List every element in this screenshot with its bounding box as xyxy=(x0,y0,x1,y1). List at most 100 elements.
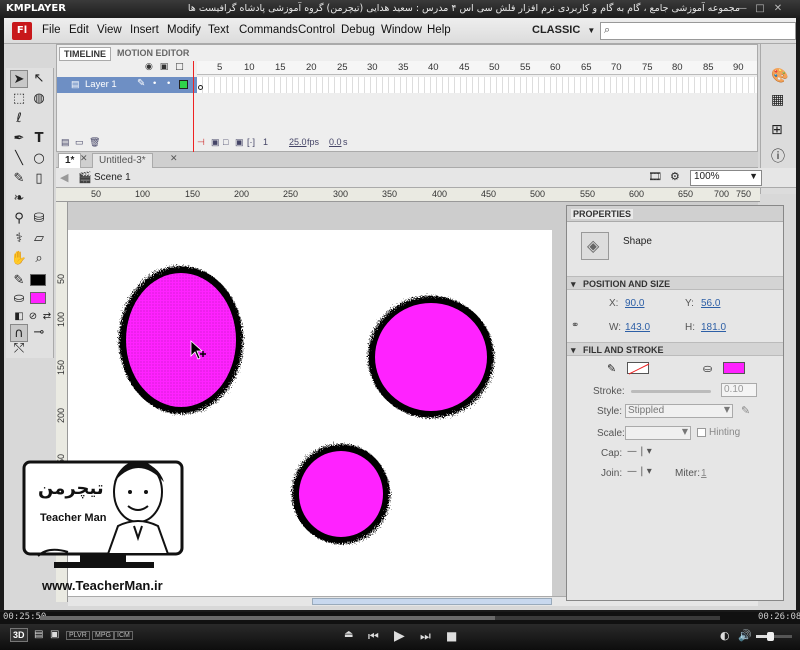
edit-symbols-icon[interactable]: ⚙ xyxy=(670,170,680,183)
lock-icon[interactable]: ▣ xyxy=(160,62,169,72)
tag-3[interactable]: ICM xyxy=(114,631,133,640)
smooth-icon[interactable]: ⤲ xyxy=(10,340,28,358)
pencil-tool-icon[interactable]: ✎ xyxy=(10,170,28,188)
volume-slider[interactable] xyxy=(756,632,792,641)
menu-window[interactable]: Window xyxy=(381,24,422,36)
volume-handle[interactable] xyxy=(767,632,774,641)
visibility-dot[interactable]: • xyxy=(153,78,156,89)
tag-1[interactable]: PLVR xyxy=(66,631,90,640)
new-folder-icon[interactable]: ▭ xyxy=(75,137,84,148)
onion-outline-icon[interactable]: □ xyxy=(223,137,228,147)
section-fill-stroke[interactable]: ▾ FILL AND STROKE xyxy=(567,342,783,356)
stroke-value-input[interactable]: 0.10 xyxy=(721,383,757,397)
lock-proportions-icon[interactable]: ⚭ xyxy=(571,320,579,331)
next-icon[interactable]: ⏭ xyxy=(420,629,431,644)
stroke-color-swatch[interactable] xyxy=(30,274,46,286)
deco-tool-icon[interactable]: ❧ xyxy=(10,190,28,208)
previous-icon[interactable]: ⏮ xyxy=(368,629,379,644)
cap-select[interactable]: — | ▾ xyxy=(627,446,652,457)
play-icon[interactable]: ▶ xyxy=(394,628,405,644)
seek-bar-progress[interactable] xyxy=(40,616,495,620)
lock-dot[interactable]: • xyxy=(167,78,170,89)
tab-motion-editor[interactable]: MOTION EDITOR xyxy=(113,47,193,59)
close-icon[interactable]: ✕ xyxy=(80,154,88,164)
maximize-icon[interactable]: □ xyxy=(754,3,766,15)
edit-stroke-style-icon[interactable]: ✎ xyxy=(741,404,750,417)
menu-edit[interactable]: Edit xyxy=(69,24,89,36)
color-panel-icon[interactable]: 🎨 xyxy=(771,68,788,84)
menu-modify[interactable]: Modify xyxy=(167,24,201,36)
layer-row[interactable]: ▤ Layer 1 ✎ • • xyxy=(57,77,197,93)
3d-rotation-tool-icon[interactable]: ◍ xyxy=(30,90,48,108)
join-select[interactable]: — | ▾ xyxy=(627,466,652,477)
shape-circle-right[interactable] xyxy=(368,296,494,418)
timeline-ruler[interactable]: 5 10 15 20 25 30 35 40 45 50 55 60 65 70… xyxy=(197,61,757,75)
help-search-input[interactable]: ⌕ xyxy=(600,22,796,40)
onion-markers-icon[interactable]: [·] xyxy=(247,137,255,147)
tab-document-1[interactable]: 1* xyxy=(58,153,82,168)
menu-insert[interactable]: Insert xyxy=(130,24,159,36)
back-arrow-icon[interactable]: ◀ xyxy=(60,171,68,184)
seek-bar-remaining[interactable] xyxy=(495,616,720,620)
minimize-icon[interactable]: — xyxy=(736,3,748,15)
menu-file[interactable]: File xyxy=(42,24,61,36)
swatches-panel-icon[interactable]: ▦ xyxy=(771,92,784,108)
stroke-slider[interactable] xyxy=(631,390,711,393)
free-transform-tool-icon[interactable]: ⬚ xyxy=(10,90,28,108)
eraser-tool-icon[interactable]: ▱ xyxy=(30,230,48,248)
align-panel-icon[interactable]: ⊞ xyxy=(771,122,783,138)
stop-icon[interactable]: ■ xyxy=(446,629,457,643)
delete-layer-icon[interactable]: 🗑 xyxy=(89,137,100,148)
eyedropper-tool-icon[interactable]: ⚕ xyxy=(10,230,28,248)
shape-oval-selected[interactable] xyxy=(119,266,243,414)
menu-control[interactable]: Control xyxy=(298,24,335,36)
volume-icon[interactable]: 🔊 xyxy=(738,629,752,642)
lasso-tool-icon[interactable]: ℓ xyxy=(10,110,28,128)
edit-multiple-icon[interactable]: ▣ xyxy=(235,137,244,148)
info-panel-icon[interactable]: ⓘ xyxy=(771,146,785,166)
close-icon[interactable]: ✕ xyxy=(772,3,784,15)
paint-bucket-tool-icon[interactable]: ⛁ xyxy=(30,210,48,228)
scale-select[interactable]: ▼ xyxy=(625,426,691,440)
center-frame-icon[interactable]: ⊣ xyxy=(197,137,205,148)
tab-timeline[interactable]: TIMELINE xyxy=(59,47,111,61)
pen-tool-icon[interactable]: ✒ xyxy=(10,130,28,148)
zoom-selector[interactable]: 100% ▼ xyxy=(690,170,762,186)
section-position-size[interactable]: ▾ POSITION AND SIZE xyxy=(567,276,783,290)
bone-tool-icon[interactable]: ⚲ xyxy=(10,210,28,228)
fill-color-swatch[interactable] xyxy=(30,292,46,304)
line-tool-icon[interactable]: ╲ xyxy=(10,150,28,168)
new-layer-icon[interactable]: ▤ xyxy=(61,137,70,148)
hand-tool-icon[interactable]: ✋ xyxy=(10,250,28,268)
y-value[interactable]: 56.0 xyxy=(701,298,720,309)
properties-title[interactable]: PROPERTIES xyxy=(571,209,634,219)
menu-debug[interactable]: Debug xyxy=(341,24,375,36)
eject-icon[interactable]: ⏏ xyxy=(344,629,353,640)
menu-icon[interactable]: ▤ xyxy=(34,629,43,640)
menu-help[interactable]: Help xyxy=(427,24,451,36)
text-tool-icon[interactable]: T xyxy=(30,130,48,148)
scrollbar-thumb[interactable] xyxy=(312,598,552,605)
miter-value[interactable]: 1 xyxy=(701,468,707,479)
brush-tool-icon[interactable]: ▯ xyxy=(30,170,48,188)
tab-document-untitled-3[interactable]: Untitled-3* xyxy=(92,153,153,168)
x-value[interactable]: 90.0 xyxy=(625,298,644,309)
selection-tool-icon[interactable]: ➤ xyxy=(10,70,28,88)
snap-to-objects-icon[interactable]: ⊸ xyxy=(30,324,48,342)
style-select[interactable]: Stippled ▼ xyxy=(625,404,733,418)
tag-2[interactable]: MPG xyxy=(92,631,114,640)
close-icon[interactable]: ✕ xyxy=(170,154,178,164)
oval-tool-icon[interactable]: ○ xyxy=(30,150,48,168)
workspace-selector[interactable]: CLASSIC ▼ xyxy=(522,22,596,40)
h-value[interactable]: 181.0 xyxy=(701,322,726,333)
zoom-tool-icon[interactable]: ⌕ xyxy=(30,250,48,268)
menu-commands[interactable]: Commands xyxy=(239,24,298,36)
onion-skin-icon[interactable]: ▣ xyxy=(211,137,220,148)
3d-badge[interactable]: 3D xyxy=(10,628,28,642)
edit-scene-icon[interactable]: 🎞 xyxy=(648,170,662,183)
eye-icon[interactable]: ◉ xyxy=(145,62,153,72)
menu-text[interactable]: Text xyxy=(208,24,229,36)
hinting-checkbox[interactable] xyxy=(697,428,706,437)
eq-icon[interactable]: ◐ xyxy=(720,629,730,642)
stroke-color-swatch[interactable] xyxy=(627,362,650,375)
